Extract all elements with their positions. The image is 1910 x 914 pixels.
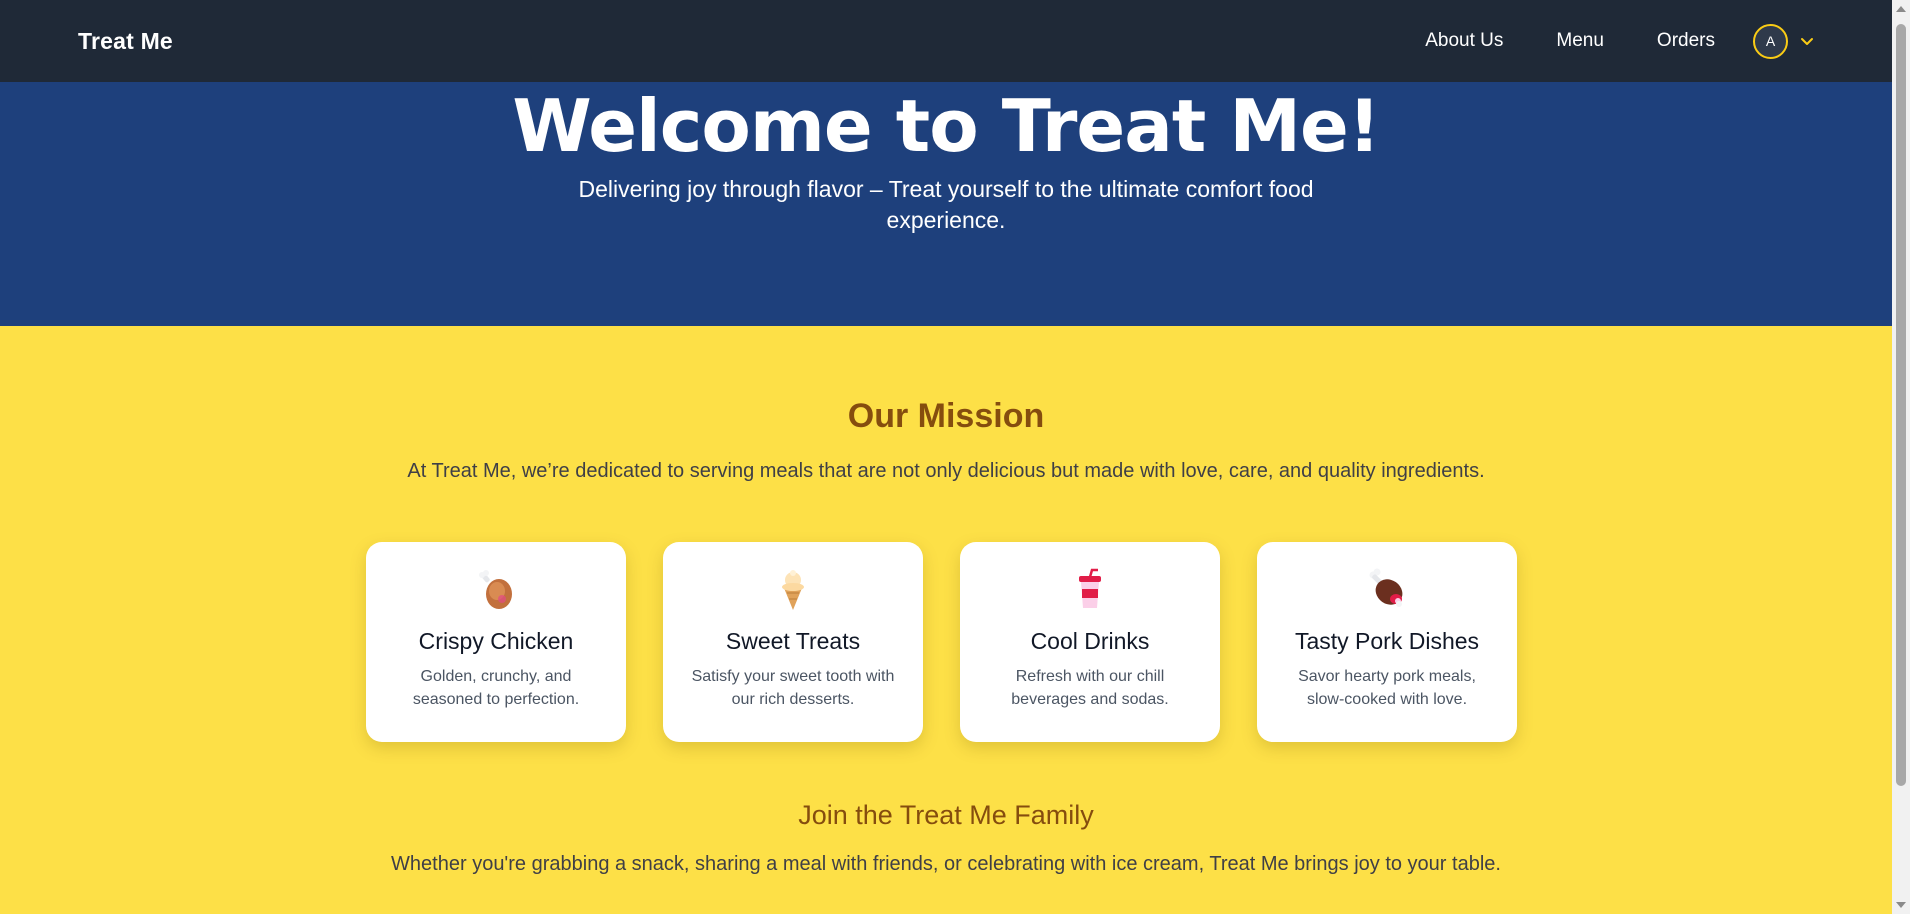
card-title: Sweet Treats bbox=[725, 628, 861, 654]
hero-banner: Welcome to Treat Me! Delivering joy thro… bbox=[0, 82, 1892, 326]
hero-title: Welcome to Treat Me! bbox=[512, 84, 1380, 168]
card-description: Savor hearty pork meals, slow-cooked wit… bbox=[1298, 668, 1476, 708]
card-title: Cool Drinks bbox=[1030, 628, 1150, 654]
feature-card-sweets: Sweet Treats Satisfy your sweet tooth wi… bbox=[663, 542, 923, 742]
nav-link-orders[interactable]: Orders bbox=[1657, 30, 1715, 52]
hero-subtitle: Delivering joy through flavor – Treat yo… bbox=[578, 176, 1314, 233]
scroll-down-arrow-icon[interactable] bbox=[1896, 902, 1906, 908]
card-description: Golden, crunchy, and seasoned to perfect… bbox=[412, 668, 580, 708]
nav-link-menu[interactable]: Menu bbox=[1556, 30, 1604, 52]
page-scrollbar[interactable] bbox=[1892, 0, 1910, 914]
ice-cream-icon bbox=[782, 570, 804, 610]
brand-logo[interactable]: Treat Me bbox=[78, 28, 173, 55]
pork-meat-icon bbox=[1369, 568, 1403, 607]
soda-cup-icon bbox=[1079, 568, 1101, 608]
feature-card-pork: Tasty Pork Dishes Savor hearty pork meal… bbox=[1257, 542, 1517, 742]
feature-card-chicken: Crispy Chicken Golden, crunchy, and seas… bbox=[366, 542, 626, 742]
family-title: Join the Treat Me Family bbox=[798, 800, 1094, 830]
card-title: Crispy Chicken bbox=[418, 628, 574, 654]
card-title: Tasty Pork Dishes bbox=[1294, 628, 1480, 654]
scrollbar-thumb[interactable] bbox=[1896, 24, 1906, 786]
mission-text: At Treat Me, we’re dedicated to serving … bbox=[407, 460, 1485, 482]
nav-links: About Us Menu Orders A bbox=[1425, 23, 1814, 59]
scroll-up-arrow-icon[interactable] bbox=[1896, 6, 1906, 12]
top-navbar: Treat Me About Us Menu Orders A bbox=[0, 0, 1892, 82]
feature-cards: Crispy Chicken Golden, crunchy, and seas… bbox=[366, 542, 1517, 742]
chicken-leg-icon bbox=[479, 570, 512, 609]
user-menu-button[interactable]: A bbox=[1753, 23, 1814, 59]
card-description: Satisfy your sweet tooth with our rich d… bbox=[691, 668, 895, 708]
mission-title: Our Mission bbox=[847, 397, 1045, 435]
card-description: Refresh with our chill beverages and sod… bbox=[1011, 668, 1169, 708]
avatar[interactable]: A bbox=[1753, 23, 1788, 59]
family-text: Whether you're grabbing a snack, sharing… bbox=[391, 853, 1501, 875]
chevron-down-icon[interactable] bbox=[1800, 37, 1814, 46]
nav-link-about-us[interactable]: About Us bbox=[1425, 30, 1503, 52]
feature-card-drinks: Cool Drinks Refresh with our chill bever… bbox=[960, 542, 1220, 742]
